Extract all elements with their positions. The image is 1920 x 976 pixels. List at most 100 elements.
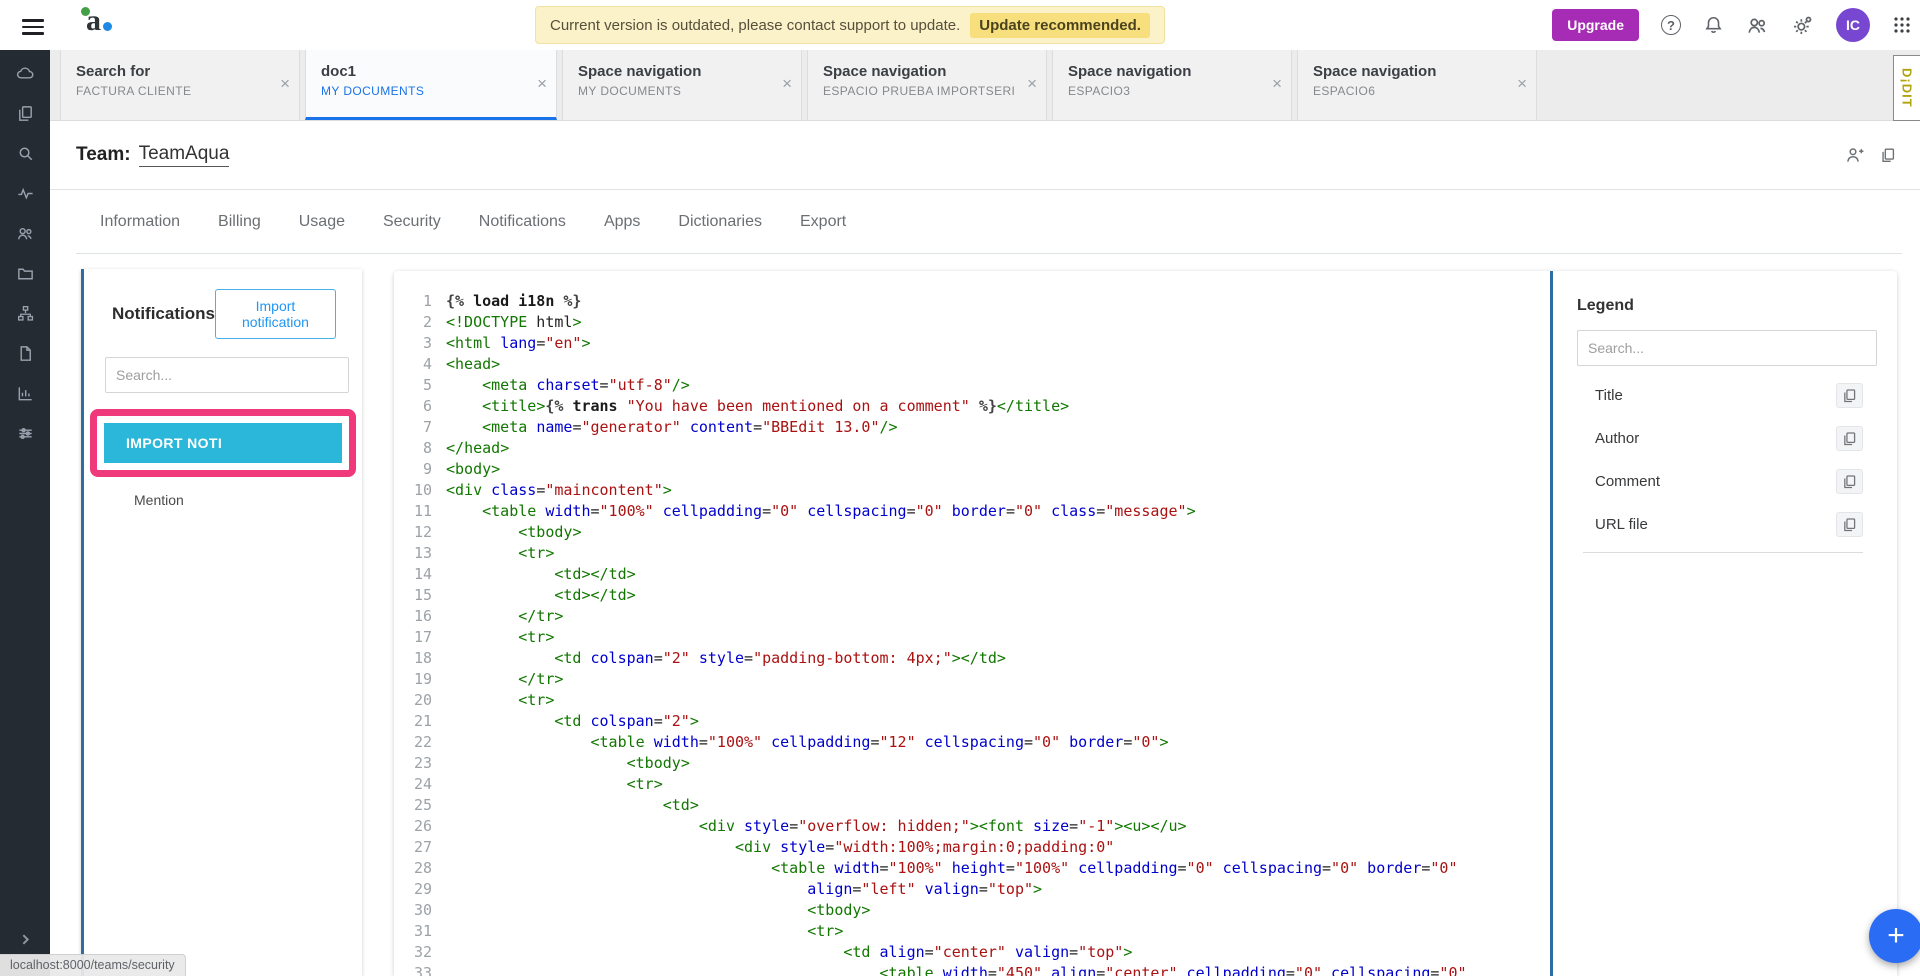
code-text[interactable]: <tr> bbox=[446, 627, 554, 648]
code-line[interactable]: 6 <title>{% trans "You have been mention… bbox=[394, 396, 1550, 417]
legend-search-input[interactable] bbox=[1577, 330, 1877, 366]
tab-doc1[interactable]: doc1 MY DOCUMENTS × bbox=[305, 50, 557, 120]
copy-button[interactable] bbox=[1836, 383, 1863, 408]
tab-dictionaries[interactable]: Dictionaries bbox=[678, 213, 762, 231]
code-text[interactable]: </head> bbox=[446, 438, 509, 459]
close-icon[interactable]: × bbox=[1272, 76, 1282, 92]
code-line[interactable]: 21 <td colspan="2"> bbox=[394, 711, 1550, 732]
close-icon[interactable]: × bbox=[537, 76, 547, 92]
code-text[interactable]: <td colspan="2" style="padding-bottom: 4… bbox=[446, 648, 1006, 669]
code-line[interactable]: 17 <tr> bbox=[394, 627, 1550, 648]
documents-icon[interactable] bbox=[16, 104, 35, 123]
code-line[interactable]: 5 <meta charset="utf-8"/> bbox=[394, 375, 1550, 396]
code-line[interactable]: 27 <div style="width:100%;margin:0;paddi… bbox=[394, 837, 1550, 858]
tab-notifications[interactable]: Notifications bbox=[479, 213, 566, 231]
menu-icon[interactable] bbox=[22, 15, 44, 39]
legend-item-label[interactable]: Title bbox=[1595, 387, 1623, 404]
code-line[interactable]: 16 </tr> bbox=[394, 606, 1550, 627]
close-icon[interactable]: × bbox=[280, 76, 290, 92]
activity-icon[interactable] bbox=[16, 184, 35, 203]
tab-space-espacio-prueba[interactable]: Space navigation ESPACIO PRUEBA IMPORTSE… bbox=[807, 50, 1047, 120]
code-text[interactable]: </tr> bbox=[446, 606, 563, 627]
code-line[interactable]: 33 <table width="450" align="center" cel… bbox=[394, 963, 1550, 976]
code-text[interactable]: <tr> bbox=[446, 774, 663, 795]
code-text[interactable]: <tbody> bbox=[446, 900, 870, 921]
code-line[interactable]: 4<head> bbox=[394, 354, 1550, 375]
code-editor[interactable]: 1{% load i18n %}2<!DOCTYPE html>3<html l… bbox=[394, 271, 1550, 976]
code-text[interactable]: <title>{% trans "You have been mentioned… bbox=[446, 396, 1069, 417]
notif-item-import-noti[interactable]: IMPORT NOTI bbox=[104, 423, 342, 463]
close-icon[interactable]: × bbox=[1027, 76, 1037, 92]
copy-button[interactable] bbox=[1836, 469, 1863, 494]
tab-space-espacio6[interactable]: Space navigation ESPACIO6 × bbox=[1297, 50, 1537, 120]
sliders-icon[interactable] bbox=[16, 424, 35, 443]
code-line[interactable]: 28 <table width="100%" height="100%" cel… bbox=[394, 858, 1550, 879]
code-line[interactable]: 3<html lang="en"> bbox=[394, 333, 1550, 354]
code-line[interactable]: 23 <tbody> bbox=[394, 753, 1550, 774]
close-icon[interactable]: × bbox=[1517, 76, 1527, 92]
code-text[interactable]: <html lang="en"> bbox=[446, 333, 591, 354]
team-name-field[interactable]: TeamAqua bbox=[139, 143, 230, 167]
legend-item-label[interactable]: URL file bbox=[1595, 516, 1648, 533]
tab-space-espacio3[interactable]: Space navigation ESPACIO3 × bbox=[1052, 50, 1292, 120]
copy-button[interactable] bbox=[1836, 426, 1863, 451]
code-line[interactable]: 7 <meta name="generator" content="BBEdit… bbox=[394, 417, 1550, 438]
didit-extension-badge[interactable]: D¡DIT bbox=[1893, 55, 1920, 121]
tab-search-for[interactable]: Search for FACTURA CLIENTE × bbox=[60, 50, 300, 120]
code-text[interactable]: <tbody> bbox=[446, 522, 581, 543]
chart-icon[interactable] bbox=[16, 384, 35, 403]
code-line[interactable]: 22 <table width="100%" cellpadding="12" … bbox=[394, 732, 1550, 753]
code-line[interactable]: 20 <tr> bbox=[394, 690, 1550, 711]
code-text[interactable]: align="left" valign="top"> bbox=[446, 879, 1042, 900]
code-text[interactable]: <!DOCTYPE html> bbox=[446, 312, 581, 333]
notif-item-mention[interactable]: Mention bbox=[84, 477, 362, 520]
code-line[interactable]: 2<!DOCTYPE html> bbox=[394, 312, 1550, 333]
help-icon[interactable]: ? bbox=[1661, 15, 1681, 35]
tab-usage[interactable]: Usage bbox=[299, 213, 345, 231]
users-icon[interactable] bbox=[1746, 14, 1769, 37]
code-text[interactable]: <table width="100%" cellpadding="0" cell… bbox=[446, 501, 1196, 522]
code-text[interactable]: <table width="450" align="center" cellpa… bbox=[446, 963, 1467, 976]
code-text[interactable]: <body> bbox=[446, 459, 500, 480]
code-text[interactable]: <tbody> bbox=[446, 753, 690, 774]
code-line[interactable]: 12 <tbody> bbox=[394, 522, 1550, 543]
folder-icon[interactable] bbox=[16, 264, 35, 283]
avatar[interactable]: IC bbox=[1836, 8, 1870, 42]
code-text[interactable]: <tr> bbox=[446, 690, 554, 711]
code-line[interactable]: 29 align="left" valign="top"> bbox=[394, 879, 1550, 900]
code-text[interactable]: <table width="100%" cellpadding="12" cel… bbox=[446, 732, 1169, 753]
tab-apps[interactable]: Apps bbox=[604, 213, 640, 231]
code-line[interactable]: 18 <td colspan="2" style="padding-bottom… bbox=[394, 648, 1550, 669]
tab-billing[interactable]: Billing bbox=[218, 213, 261, 231]
upgrade-button[interactable]: Upgrade bbox=[1552, 9, 1639, 41]
code-line[interactable]: 13 <tr> bbox=[394, 543, 1550, 564]
code-line[interactable]: 10<div class="maincontent"> bbox=[394, 480, 1550, 501]
app-logo[interactable]: a bbox=[86, 4, 101, 38]
close-icon[interactable]: × bbox=[782, 76, 792, 92]
tab-export[interactable]: Export bbox=[800, 213, 846, 231]
code-text[interactable]: {% load i18n %} bbox=[446, 291, 581, 312]
teams-icon[interactable] bbox=[16, 224, 35, 243]
code-line[interactable]: 11 <table width="100%" cellpadding="0" c… bbox=[394, 501, 1550, 522]
code-text[interactable]: <table width="100%" height="100%" cellpa… bbox=[446, 858, 1457, 879]
sidebar-expand-chevron-icon[interactable] bbox=[0, 933, 50, 946]
code-text[interactable]: <tr> bbox=[446, 921, 843, 942]
code-line[interactable]: 32 <td align="center" valign="top"> bbox=[394, 942, 1550, 963]
notifications-search-input[interactable] bbox=[105, 357, 349, 393]
legend-item-label[interactable]: Comment bbox=[1595, 473, 1660, 490]
copy-team-button[interactable] bbox=[1876, 143, 1900, 167]
code-text[interactable]: </tr> bbox=[446, 669, 563, 690]
apps-grid-icon[interactable] bbox=[1892, 15, 1912, 35]
legend-item-label[interactable]: Author bbox=[1595, 430, 1639, 447]
code-text[interactable]: <meta name="generator" content="BBEdit 1… bbox=[446, 417, 898, 438]
code-line[interactable]: 24 <tr> bbox=[394, 774, 1550, 795]
hierarchy-icon[interactable] bbox=[16, 304, 35, 323]
code-text[interactable]: <td></td> bbox=[446, 564, 636, 585]
code-text[interactable]: <meta charset="utf-8"/> bbox=[446, 375, 690, 396]
code-text[interactable]: <td></td> bbox=[446, 585, 636, 606]
code-text[interactable]: <tr> bbox=[446, 543, 554, 564]
tab-security[interactable]: Security bbox=[383, 213, 441, 231]
code-line[interactable]: 19 </tr> bbox=[394, 669, 1550, 690]
search-icon[interactable] bbox=[16, 144, 35, 163]
code-line[interactable]: 30 <tbody> bbox=[394, 900, 1550, 921]
